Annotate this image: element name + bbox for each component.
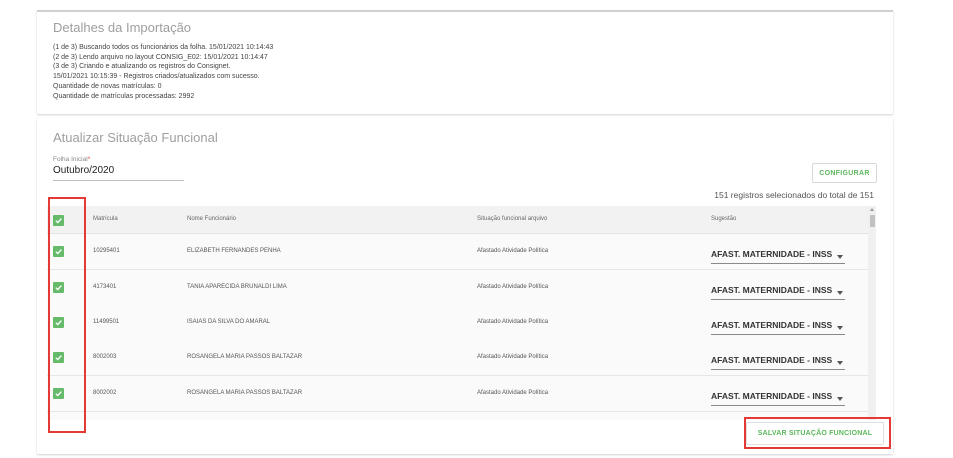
check-icon <box>55 285 62 291</box>
table-row: 8002003 ROSANGELA MARIA PASSOS BALTAZAR … <box>47 340 876 376</box>
cell-nome: TANIA APARECIDA BRUNALDI LIMA <box>187 284 287 290</box>
table-row: 11499501 ISAIAS DA SILVA DO AMARAL Afast… <box>47 305 876 341</box>
row-checkbox[interactable] <box>53 352 64 363</box>
check-icon <box>55 391 62 397</box>
required-mark: * <box>87 156 91 163</box>
cell-matricula: 4173401 <box>93 284 117 290</box>
header-nome[interactable]: Nome Funcionário <box>187 216 236 222</box>
cell-matricula: 11499501 <box>93 319 120 325</box>
sugestao-value: AFAST. MATERNIDADE - INSS <box>711 320 833 330</box>
scroll-thumb[interactable] <box>870 215 875 227</box>
cell-nome: ROSANGELA MARIA PASSOS BALTAZAR <box>187 354 303 360</box>
cell-situacao: Afastado Atividade Política <box>477 319 549 325</box>
employees-table: Matrícula Nome Funcionário Situação func… <box>47 206 876 420</box>
header-situacao[interactable]: Situação funcional arquivo <box>477 216 547 222</box>
update-status-title: Atualizar Situação Funcional <box>53 130 218 145</box>
log-line: (1 de 3) Buscando todos os funcionários … <box>53 44 274 51</box>
sugestao-value: AFAST. MATERNIDADE - INSS <box>711 355 833 365</box>
chevron-down-icon <box>837 255 843 259</box>
save-status-button[interactable]: SALVAR SITUAÇÃO FUNCIONAL <box>746 422 884 445</box>
cell-nome: ELIZABETH FERNANDES PENHA <box>187 248 281 254</box>
table-scrollbar[interactable] <box>868 206 876 420</box>
log-line: (3 de 3) Criando e atualizando os regist… <box>53 63 231 71</box>
chevron-down-icon <box>837 326 843 330</box>
chevron-down-icon <box>837 397 843 401</box>
log-line: Quantidade de novas matrículas: 0 <box>53 82 162 90</box>
cell-situacao: Afastado Atividade Política <box>477 248 549 254</box>
sugestao-select[interactable]: AFAST. MATERNIDADE - INSS <box>711 320 845 335</box>
chevron-down-icon <box>837 291 843 295</box>
import-log: (1 de 3) Buscando todos os funcionários … <box>53 43 273 101</box>
table-row: 4173401 TANIA APARECIDA BRUNALDI LIMA Af… <box>47 270 876 306</box>
sugestao-value: AFAST. MATERNIDADE - INSS <box>711 391 833 401</box>
check-icon <box>55 218 62 224</box>
cell-matricula: 8002003 <box>93 354 117 360</box>
selected-count-text: 151 registros selecionados do total de 1… <box>714 190 874 200</box>
select-all-checkbox[interactable] <box>53 215 64 226</box>
sugestao-value: AFAST. MATERNIDADE - INSS <box>711 249 833 259</box>
folha-inicial-label: Folha Inicial* <box>53 156 91 163</box>
log-line: 15/01/2021 10:15:39 - Registros criados/… <box>53 73 260 81</box>
log-line: (2 de 3) Lendo arquivo no layout CONSIG_… <box>53 53 268 61</box>
sugestao-select[interactable]: AFAST. MATERNIDADE - INSS <box>711 249 845 264</box>
log-line: Quantidade de matrículas processadas: 29… <box>53 92 195 100</box>
row-checkbox[interactable] <box>53 388 64 399</box>
cell-situacao: Afastado Atividade Política <box>477 354 549 360</box>
header-matricula[interactable]: Matrícula <box>93 216 118 222</box>
chevron-down-icon <box>837 361 843 365</box>
folha-inicial-select[interactable]: Outubro/2020 <box>53 165 184 181</box>
table-row: 10295401 ELIZABETH FERNANDES PENHA Afast… <box>47 234 876 270</box>
sugestao-select[interactable]: AFAST. MATERNIDADE - INSS <box>711 285 845 300</box>
check-icon <box>55 249 62 255</box>
header-sugestao[interactable]: Sugestão <box>711 216 736 222</box>
row-checkbox[interactable] <box>53 317 64 328</box>
check-icon <box>55 320 62 326</box>
sugestao-select[interactable]: AFAST. MATERNIDADE - INSS <box>711 355 845 370</box>
cell-matricula: 8002002 <box>93 390 117 396</box>
cell-matricula: 10295401 <box>93 248 120 254</box>
configure-button[interactable]: CONFIGURAR <box>812 163 877 183</box>
cell-situacao: Afastado Atividade Política <box>477 284 549 290</box>
row-checkbox[interactable] <box>53 282 64 293</box>
table-header: Matrícula Nome Funcionário Situação func… <box>47 206 876 234</box>
scroll-up-arrow-icon[interactable] <box>870 208 874 211</box>
table-row: 8002002 ROSANGELA MARIA PASSOS BALTAZAR … <box>47 376 876 412</box>
sugestao-select[interactable]: AFAST. MATERNIDADE - INSS <box>711 391 845 406</box>
cell-situacao: Afastado Atividade Política <box>477 390 549 396</box>
cell-nome: ROSANGELA MARIA PASSOS BALTAZAR <box>187 390 303 396</box>
import-details-card: Detalhes da Importação (1 de 3) Buscando… <box>37 10 893 114</box>
import-details-title: Detalhes da Importação <box>53 20 192 35</box>
check-icon <box>55 355 62 361</box>
row-checkbox[interactable] <box>53 246 64 257</box>
update-status-card: Atualizar Situação Funcional Folha Inici… <box>37 118 893 454</box>
sugestao-value: AFAST. MATERNIDADE - INSS <box>711 285 833 295</box>
cell-nome: ISAIAS DA SILVA DO AMARAL <box>187 319 271 325</box>
